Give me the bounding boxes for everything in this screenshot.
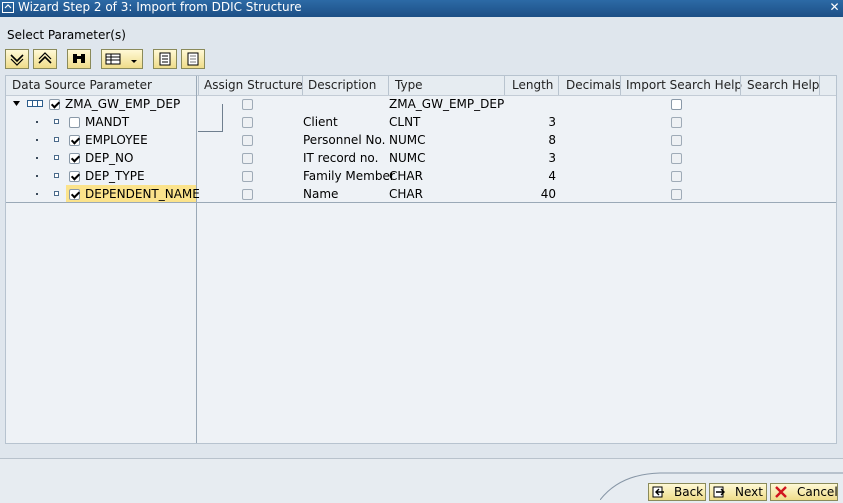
row-name: DEP_NO xyxy=(85,151,134,165)
row-type: CLNT xyxy=(389,115,421,129)
col-description[interactable]: Description xyxy=(308,76,376,95)
next-icon xyxy=(713,486,725,498)
import-search-help-checkbox xyxy=(671,117,682,128)
row-checkbox[interactable] xyxy=(69,117,80,128)
title-bar: Wizard Step 2 of 3: Import from DDIC Str… xyxy=(0,0,843,17)
col-decimals[interactable]: Decimals xyxy=(566,76,621,95)
row-name: DEP_TYPE xyxy=(85,169,145,183)
row-checkbox[interactable] xyxy=(69,171,80,182)
col-search-help[interactable]: Search Help xyxy=(747,76,819,95)
assign-structure-checkbox xyxy=(242,117,253,128)
col-data-source-parameter[interactable]: Data Source Parameter xyxy=(12,76,152,95)
assign-structure-checkbox xyxy=(242,189,253,200)
import-search-help-checkbox xyxy=(671,171,682,182)
root-name: ZMA_GW_EMP_DEP xyxy=(65,97,181,111)
expand-all-icon xyxy=(10,54,24,66)
close-icon[interactable]: ✕ xyxy=(828,1,841,14)
select-all-icon xyxy=(159,52,171,66)
tree-root-row[interactable]: ZMA_GW_EMP_DEP ZMA_GW_EMP_DEP xyxy=(6,95,836,113)
deselect-all-icon xyxy=(187,52,199,66)
assign-structure-checkbox xyxy=(242,99,253,110)
rows-end-line xyxy=(6,202,836,203)
back-button[interactable]: Back xyxy=(648,483,706,501)
row-type: NUMC xyxy=(389,133,426,147)
cancel-label: Cancel xyxy=(797,485,838,499)
row-length: 4 xyxy=(548,169,556,183)
wizard-icon xyxy=(2,2,14,13)
next-label: Next xyxy=(735,485,763,499)
row-checkbox[interactable] xyxy=(69,153,80,164)
col-type[interactable]: Type xyxy=(395,76,423,95)
back-label: Back xyxy=(674,485,704,499)
binoculars-icon xyxy=(73,54,85,63)
row-type: CHAR xyxy=(389,169,423,183)
grid-header: Data Source Parameter Assign Structure D… xyxy=(6,76,836,96)
window-title: Wizard Step 2 of 3: Import from DDIC Str… xyxy=(18,0,302,14)
collapse-all-icon xyxy=(38,52,52,64)
section-label: Select Parameter(s) xyxy=(7,28,126,42)
parameter-grid: Data Source Parameter Assign Structure D… xyxy=(5,75,837,444)
row-name: MANDT xyxy=(85,115,130,129)
field-icon xyxy=(54,173,59,178)
root-checkbox[interactable] xyxy=(49,99,60,110)
field-icon xyxy=(54,191,59,196)
import-search-help-checkbox xyxy=(671,189,682,200)
cancel-button[interactable]: Cancel xyxy=(770,483,838,501)
tree-row-dependent-name[interactable]: DEPENDENT_NAME Name CHAR 40 xyxy=(6,185,836,203)
back-icon xyxy=(652,486,664,498)
row-description: IT record no. xyxy=(303,151,379,165)
structure-icon xyxy=(27,100,43,107)
row-length: 3 xyxy=(548,115,556,129)
row-type: CHAR xyxy=(389,187,423,201)
row-description: Family Member xyxy=(303,169,395,183)
tree-row-dep-type[interactable]: DEP_TYPE Family Member CHAR 4 xyxy=(6,167,836,185)
root-type: ZMA_GW_EMP_DEP xyxy=(389,97,505,111)
find-button[interactable] xyxy=(67,49,91,69)
field-icon xyxy=(54,119,59,124)
assign-structure-checkbox xyxy=(242,171,253,182)
next-button[interactable]: Next xyxy=(709,483,767,501)
row-description: Personnel No. xyxy=(303,133,386,147)
cancel-icon xyxy=(775,486,787,498)
row-length: 3 xyxy=(548,151,556,165)
col-assign-structure[interactable]: Assign Structure xyxy=(204,76,303,95)
row-length: 8 xyxy=(548,133,556,147)
row-checkbox[interactable] xyxy=(69,135,80,146)
tree-row-mandt[interactable]: MANDT Client CLNT 3 xyxy=(6,113,836,131)
import-search-help-checkbox[interactable] xyxy=(671,99,682,110)
tree-row-dep-no[interactable]: DEP_NO IT record no. NUMC 3 xyxy=(6,149,836,167)
import-search-help-checkbox xyxy=(671,153,682,164)
row-type: NUMC xyxy=(389,151,426,165)
assign-structure-checkbox xyxy=(242,153,253,164)
col-import-search-help[interactable]: Import Search Help xyxy=(626,76,742,95)
collapse-all-button[interactable] xyxy=(33,49,57,69)
deselect-all-button[interactable] xyxy=(181,49,205,69)
row-description: Client xyxy=(303,115,338,129)
field-icon xyxy=(54,155,59,160)
import-search-help-checkbox xyxy=(671,135,682,146)
tree-row-employee[interactable]: EMPLOYEE Personnel No. NUMC 8 xyxy=(6,131,836,149)
col-length[interactable]: Length xyxy=(512,76,553,95)
row-checkbox[interactable] xyxy=(69,189,80,200)
assign-structure-checkbox xyxy=(242,135,253,146)
select-all-button[interactable] xyxy=(153,49,177,69)
row-name: EMPLOYEE xyxy=(85,133,148,147)
expand-all-button[interactable] xyxy=(5,49,29,69)
row-name: DEPENDENT_NAME xyxy=(85,187,200,201)
row-length: 40 xyxy=(540,187,556,201)
dropdown-arrow-icon xyxy=(131,60,137,63)
table-layout-icon xyxy=(105,53,121,65)
collapse-triangle-icon[interactable] xyxy=(13,101,20,106)
row-description: Name xyxy=(303,187,339,201)
field-icon xyxy=(54,137,59,142)
layout-menu-button[interactable] xyxy=(101,49,143,69)
